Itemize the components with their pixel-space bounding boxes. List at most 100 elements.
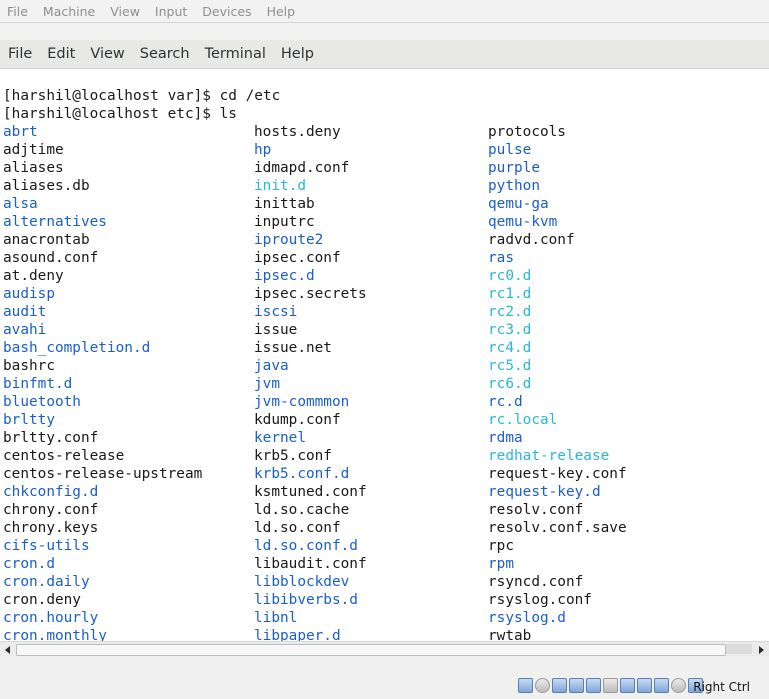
ls-entry: abrt xyxy=(3,124,38,140)
ls-entry: iproute2 xyxy=(254,232,324,248)
ls-entry: purple xyxy=(488,160,540,176)
ls-entry: libnl xyxy=(254,610,298,626)
vbox-menu-machine[interactable]: Machine xyxy=(36,4,103,19)
scroll-left-icon[interactable] xyxy=(2,644,14,656)
ls-entry: qemu-kvm xyxy=(488,214,558,230)
vbox-menu-view[interactable]: View xyxy=(103,4,148,19)
ls-entry: chrony.keys xyxy=(3,520,99,536)
ls-entry: ipsec.secrets xyxy=(254,286,367,302)
ls-entry: rc.d xyxy=(488,394,523,410)
ls-entry: resolv.conf.save xyxy=(488,520,627,536)
ls-entry: kdump.conf xyxy=(254,412,341,428)
terminal-menu-file[interactable]: File xyxy=(1,46,39,62)
ls-entry: libaudit.conf xyxy=(254,556,367,572)
ls-entry: rc0.d xyxy=(488,268,532,284)
vbox-statusbar: Right Ctrl xyxy=(0,656,769,699)
ls-entry: rpm xyxy=(488,556,514,572)
ls-entry: rsyslog.d xyxy=(488,610,566,626)
ls-entry: bluetooth xyxy=(3,394,81,410)
hard-disk-icon[interactable] xyxy=(518,678,533,693)
ls-entry: kernel xyxy=(254,430,306,446)
ls-entry: alternatives xyxy=(3,214,107,230)
horizontal-scrollbar[interactable] xyxy=(0,641,769,656)
ls-entry: cifs-utils xyxy=(3,538,90,554)
ls-entry: rsyslog.conf xyxy=(488,592,592,608)
ls-entry: cron.d xyxy=(3,556,55,572)
vbox-menu-help[interactable]: Help xyxy=(260,4,304,19)
ls-entry: qemu-ga xyxy=(488,196,549,212)
ls-entry: hosts.deny xyxy=(254,124,341,140)
ls-entry: brltty xyxy=(3,412,55,428)
vbox-menu-file[interactable]: File xyxy=(0,4,36,19)
ls-entry: radvd.conf xyxy=(488,232,575,248)
ls-entry: jvm xyxy=(254,376,280,392)
ls-entry: rc5.d xyxy=(488,358,532,374)
terminal-menu-terminal[interactable]: Terminal xyxy=(198,46,273,62)
display-icon[interactable] xyxy=(620,678,635,693)
ls-entry: chkconfig.d xyxy=(3,484,99,500)
audio-icon[interactable] xyxy=(552,678,567,693)
ls-entry: hp xyxy=(254,142,272,158)
vbox-menu-devices[interactable]: Devices xyxy=(195,4,259,19)
ls-entry: rdma xyxy=(488,430,523,446)
ls-entry: krb5.conf.d xyxy=(254,466,350,482)
terminal-menu-view[interactable]: View xyxy=(83,46,131,62)
ls-entry: ld.so.conf.d xyxy=(254,538,358,554)
scrollbar-thumb[interactable] xyxy=(16,644,726,656)
ls-entry: ipsec.d xyxy=(254,268,315,284)
terminal-menu-edit[interactable]: Edit xyxy=(40,46,82,62)
ls-entry: bashrc xyxy=(3,358,55,374)
ls-entry: aliases.db xyxy=(3,178,90,194)
video-capture-icon[interactable] xyxy=(637,678,652,693)
ls-entry: aliases xyxy=(3,160,64,176)
ls-entry: java xyxy=(254,358,289,374)
ls-entry: adjtime xyxy=(3,142,64,158)
ls-entry: audit xyxy=(3,304,47,320)
ls-entry: pulse xyxy=(488,142,532,158)
ls-entry: rpc xyxy=(488,538,514,554)
ls-entry: rc2.d xyxy=(488,304,532,320)
ls-entry: libpaper.d xyxy=(254,628,341,641)
ls-entry: chrony.conf xyxy=(3,502,99,518)
ls-entry: ksmtuned.conf xyxy=(254,484,367,500)
ls-entry: init.d xyxy=(254,178,306,194)
ls-entry: at.deny xyxy=(3,268,64,284)
vbox-status-icons xyxy=(518,678,703,694)
vbox-menu-input[interactable]: Input xyxy=(148,4,195,19)
ls-entry: cron.daily xyxy=(3,574,90,590)
ls-entry: iscsi xyxy=(254,304,298,320)
host-key-label: Right Ctrl xyxy=(693,680,750,694)
terminal-menu-help[interactable]: Help xyxy=(274,46,321,62)
ls-entry: cron.deny xyxy=(3,592,81,608)
ls-entry: asound.conf xyxy=(3,250,99,266)
ls-entry: alsa xyxy=(3,196,38,212)
scroll-right-icon[interactable] xyxy=(755,644,767,656)
ls-entry: inittab xyxy=(254,196,315,212)
network-icon[interactable] xyxy=(569,678,584,693)
ls-entry: jvm-commmon xyxy=(254,394,350,410)
usb-icon[interactable] xyxy=(586,678,601,693)
ls-entry: libibverbs.d xyxy=(254,592,358,608)
ls-entry: rsyncd.conf xyxy=(488,574,584,590)
ls-entry: request-key.conf xyxy=(488,466,627,482)
ls-entry: cron.monthly xyxy=(3,628,107,641)
ls-entry: libblockdev xyxy=(254,574,350,590)
shared-folders-icon[interactable] xyxy=(603,678,618,693)
optical-drive-icon[interactable] xyxy=(535,678,550,693)
ls-entry: ipsec.conf xyxy=(254,250,341,266)
ls-entry: rwtab xyxy=(488,628,532,641)
guest-top-panel xyxy=(0,23,769,40)
mouse-integration-icon[interactable] xyxy=(671,678,686,693)
terminal-menu-search[interactable]: Search xyxy=(133,46,197,62)
ls-entry: binfmt.d xyxy=(3,376,73,392)
ls-entry: bash_completion.d xyxy=(3,340,151,356)
terminal-output[interactable]: [harshil@localhost var]$ cd /etc [harshi… xyxy=(0,69,769,641)
ls-entry: rc6.d xyxy=(488,376,532,392)
command-line-ls: [harshil@localhost etc]$ ls xyxy=(3,106,237,122)
vbox-menubar: File Machine View Input Devices Help xyxy=(0,0,769,23)
scrollbar-track[interactable] xyxy=(726,644,752,654)
ls-entry: centos-release xyxy=(3,448,125,464)
ls-entry: centos-release-upstream xyxy=(3,466,203,482)
ls-entry: python xyxy=(488,178,540,194)
ls-entry: ld.so.cache xyxy=(254,502,350,518)
